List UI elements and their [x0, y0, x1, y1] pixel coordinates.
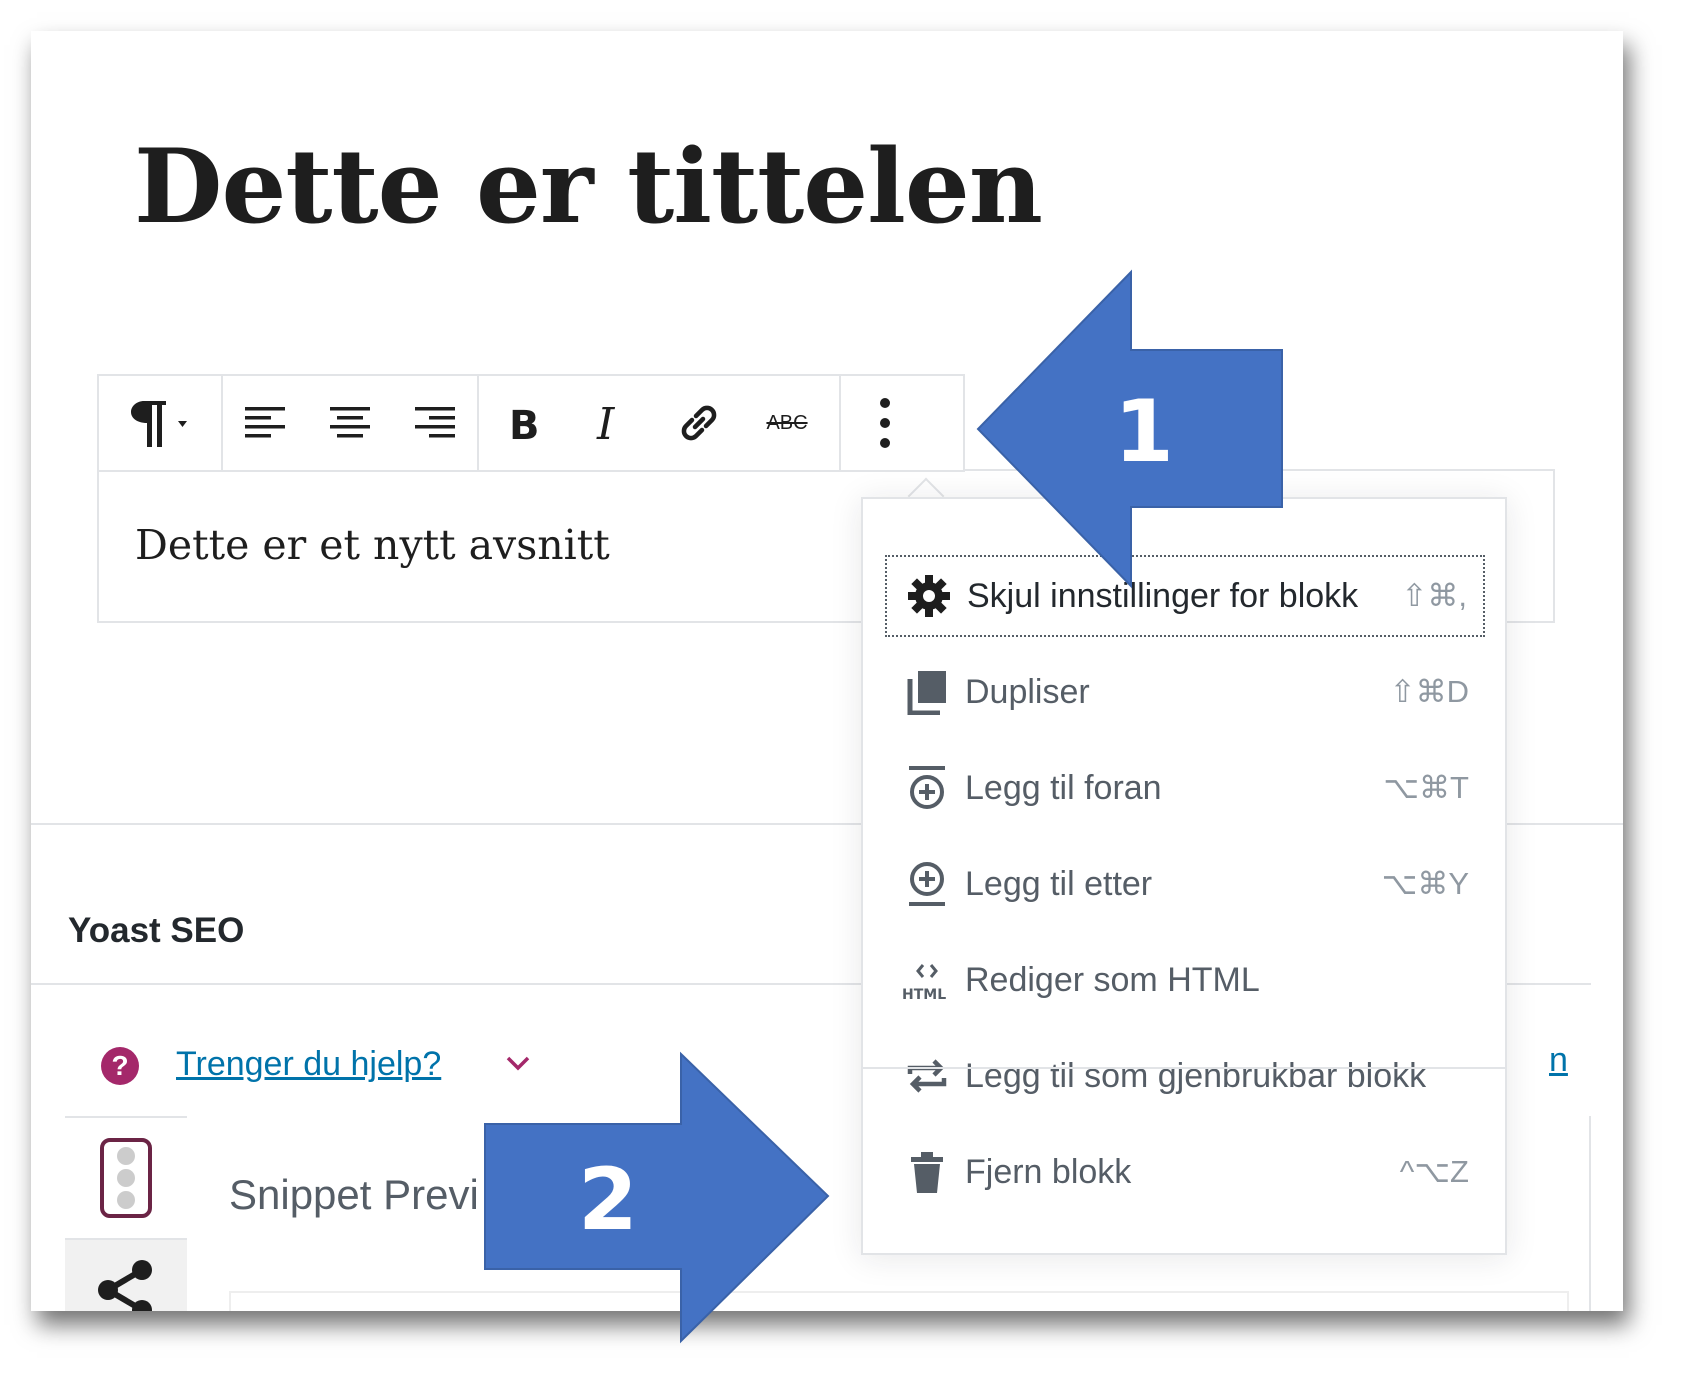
paragraph-text[interactable]: Dette er et nytt avsnitt [135, 521, 610, 569]
chevron-down-icon [178, 421, 187, 427]
svg-text:B: B [509, 403, 540, 445]
menu-item-shortcut: ⇧⌘, [1401, 578, 1467, 613]
menu-item-shortcut: ^⌥Z [1399, 1154, 1469, 1189]
callout-number-1: 1 [1114, 382, 1174, 482]
align-right-button[interactable] [392, 376, 477, 470]
align-right-icon [414, 407, 455, 438]
block-settings-menu: Skjul innstillinger for blokk ⇧⌘, Duplis… [861, 497, 1507, 1255]
italic-button[interactable]: I [567, 376, 655, 470]
panel-border [1589, 1116, 1591, 1311]
menu-item-add-reusable[interactable]: Legg til som gjenbrukbar blokk [885, 1035, 1485, 1117]
align-left-button[interactable] [223, 376, 308, 470]
block-toolbar: B I ABC [97, 374, 965, 472]
svg-text:I: I [596, 401, 616, 445]
reusable-icon [901, 1050, 953, 1102]
link-icon [681, 405, 717, 441]
insert-after-icon [901, 858, 953, 910]
truncated-link[interactable]: n [1549, 1041, 1568, 1080]
paragraph-type-button[interactable] [99, 376, 221, 470]
menu-item-insert-before[interactable]: Legg til foran ⌥⌘T [885, 747, 1485, 829]
menu-item-remove-block[interactable]: Fjern blokk ^⌥Z [885, 1131, 1485, 1213]
link-button[interactable] [655, 376, 743, 470]
tab-social[interactable] [65, 1242, 187, 1311]
menu-item-edit-html[interactable]: HTML Rediger som HTML [885, 939, 1485, 1021]
menu-divider [863, 1067, 1505, 1069]
menu-item-insert-after[interactable]: Legg til etter ⌥⌘Y [885, 843, 1485, 925]
strikethrough-icon: ABC [766, 411, 808, 434]
chevron-down-icon[interactable] [503, 1047, 533, 1077]
menu-item-duplicate[interactable]: Dupliser ⇧⌘D [885, 651, 1485, 733]
share-icon [98, 1260, 152, 1311]
menu-item-label: Fjern blokk [965, 1152, 1132, 1191]
menu-item-hide-settings[interactable]: Skjul innstillinger for blokk ⇧⌘, [885, 555, 1485, 637]
menu-item-shortcut: ⌥⌘T [1383, 770, 1469, 805]
post-title[interactable]: Dette er tittelen [134, 127, 1043, 247]
strikethrough-button[interactable]: ABC [743, 376, 831, 470]
more-options-icon [880, 398, 890, 448]
menu-item-label: Skjul innstillinger for blokk [967, 576, 1359, 615]
menu-item-shortcut: ⌥⌘Y [1381, 866, 1469, 901]
align-center-button[interactable] [308, 376, 393, 470]
italic-icon: I [596, 401, 616, 445]
menu-item-label: Rediger som HTML [965, 960, 1260, 999]
help-link[interactable]: Trenger du hjelp? [176, 1045, 441, 1084]
callout-number-2: 2 [578, 1150, 638, 1250]
tab-seo[interactable] [65, 1116, 187, 1240]
block-type-group [99, 376, 223, 470]
duplicate-icon [901, 666, 953, 718]
menu-item-label: Legg til foran [965, 768, 1162, 807]
formatting-group: B I ABC [479, 376, 841, 470]
align-center-icon [330, 407, 370, 438]
editor-window: Dette er tittelen Dette er et nytt avsni… [31, 31, 1623, 1311]
gear-icon [903, 570, 955, 622]
help-icon[interactable]: ? [101, 1047, 139, 1085]
snippet-preview-title: Snippet Previ [229, 1171, 479, 1218]
traffic-light-icon [100, 1138, 152, 1218]
svg-text:HTML: HTML [902, 987, 946, 1003]
insert-before-icon [901, 762, 953, 814]
snippet-preview-box [229, 1291, 1569, 1311]
html-icon: HTML [901, 954, 953, 1006]
menu-item-label: Legg til som gjenbrukbar blokk [965, 1056, 1427, 1095]
menu-item-shortcut: ⇧⌘D [1389, 674, 1469, 709]
more-options-button[interactable] [841, 376, 929, 470]
paragraph-icon [131, 401, 187, 447]
help-icon-glyph: ? [111, 1050, 129, 1081]
menu-item-label: Dupliser [965, 672, 1090, 711]
alignment-group [223, 376, 479, 470]
bold-icon: B [509, 403, 540, 445]
bold-button[interactable]: B [479, 376, 567, 470]
align-left-icon [245, 407, 286, 438]
more-group [841, 376, 931, 470]
trash-icon [901, 1146, 953, 1198]
yoast-panel-title[interactable]: Yoast SEO [68, 911, 244, 951]
menu-item-label: Legg til etter [965, 864, 1153, 903]
